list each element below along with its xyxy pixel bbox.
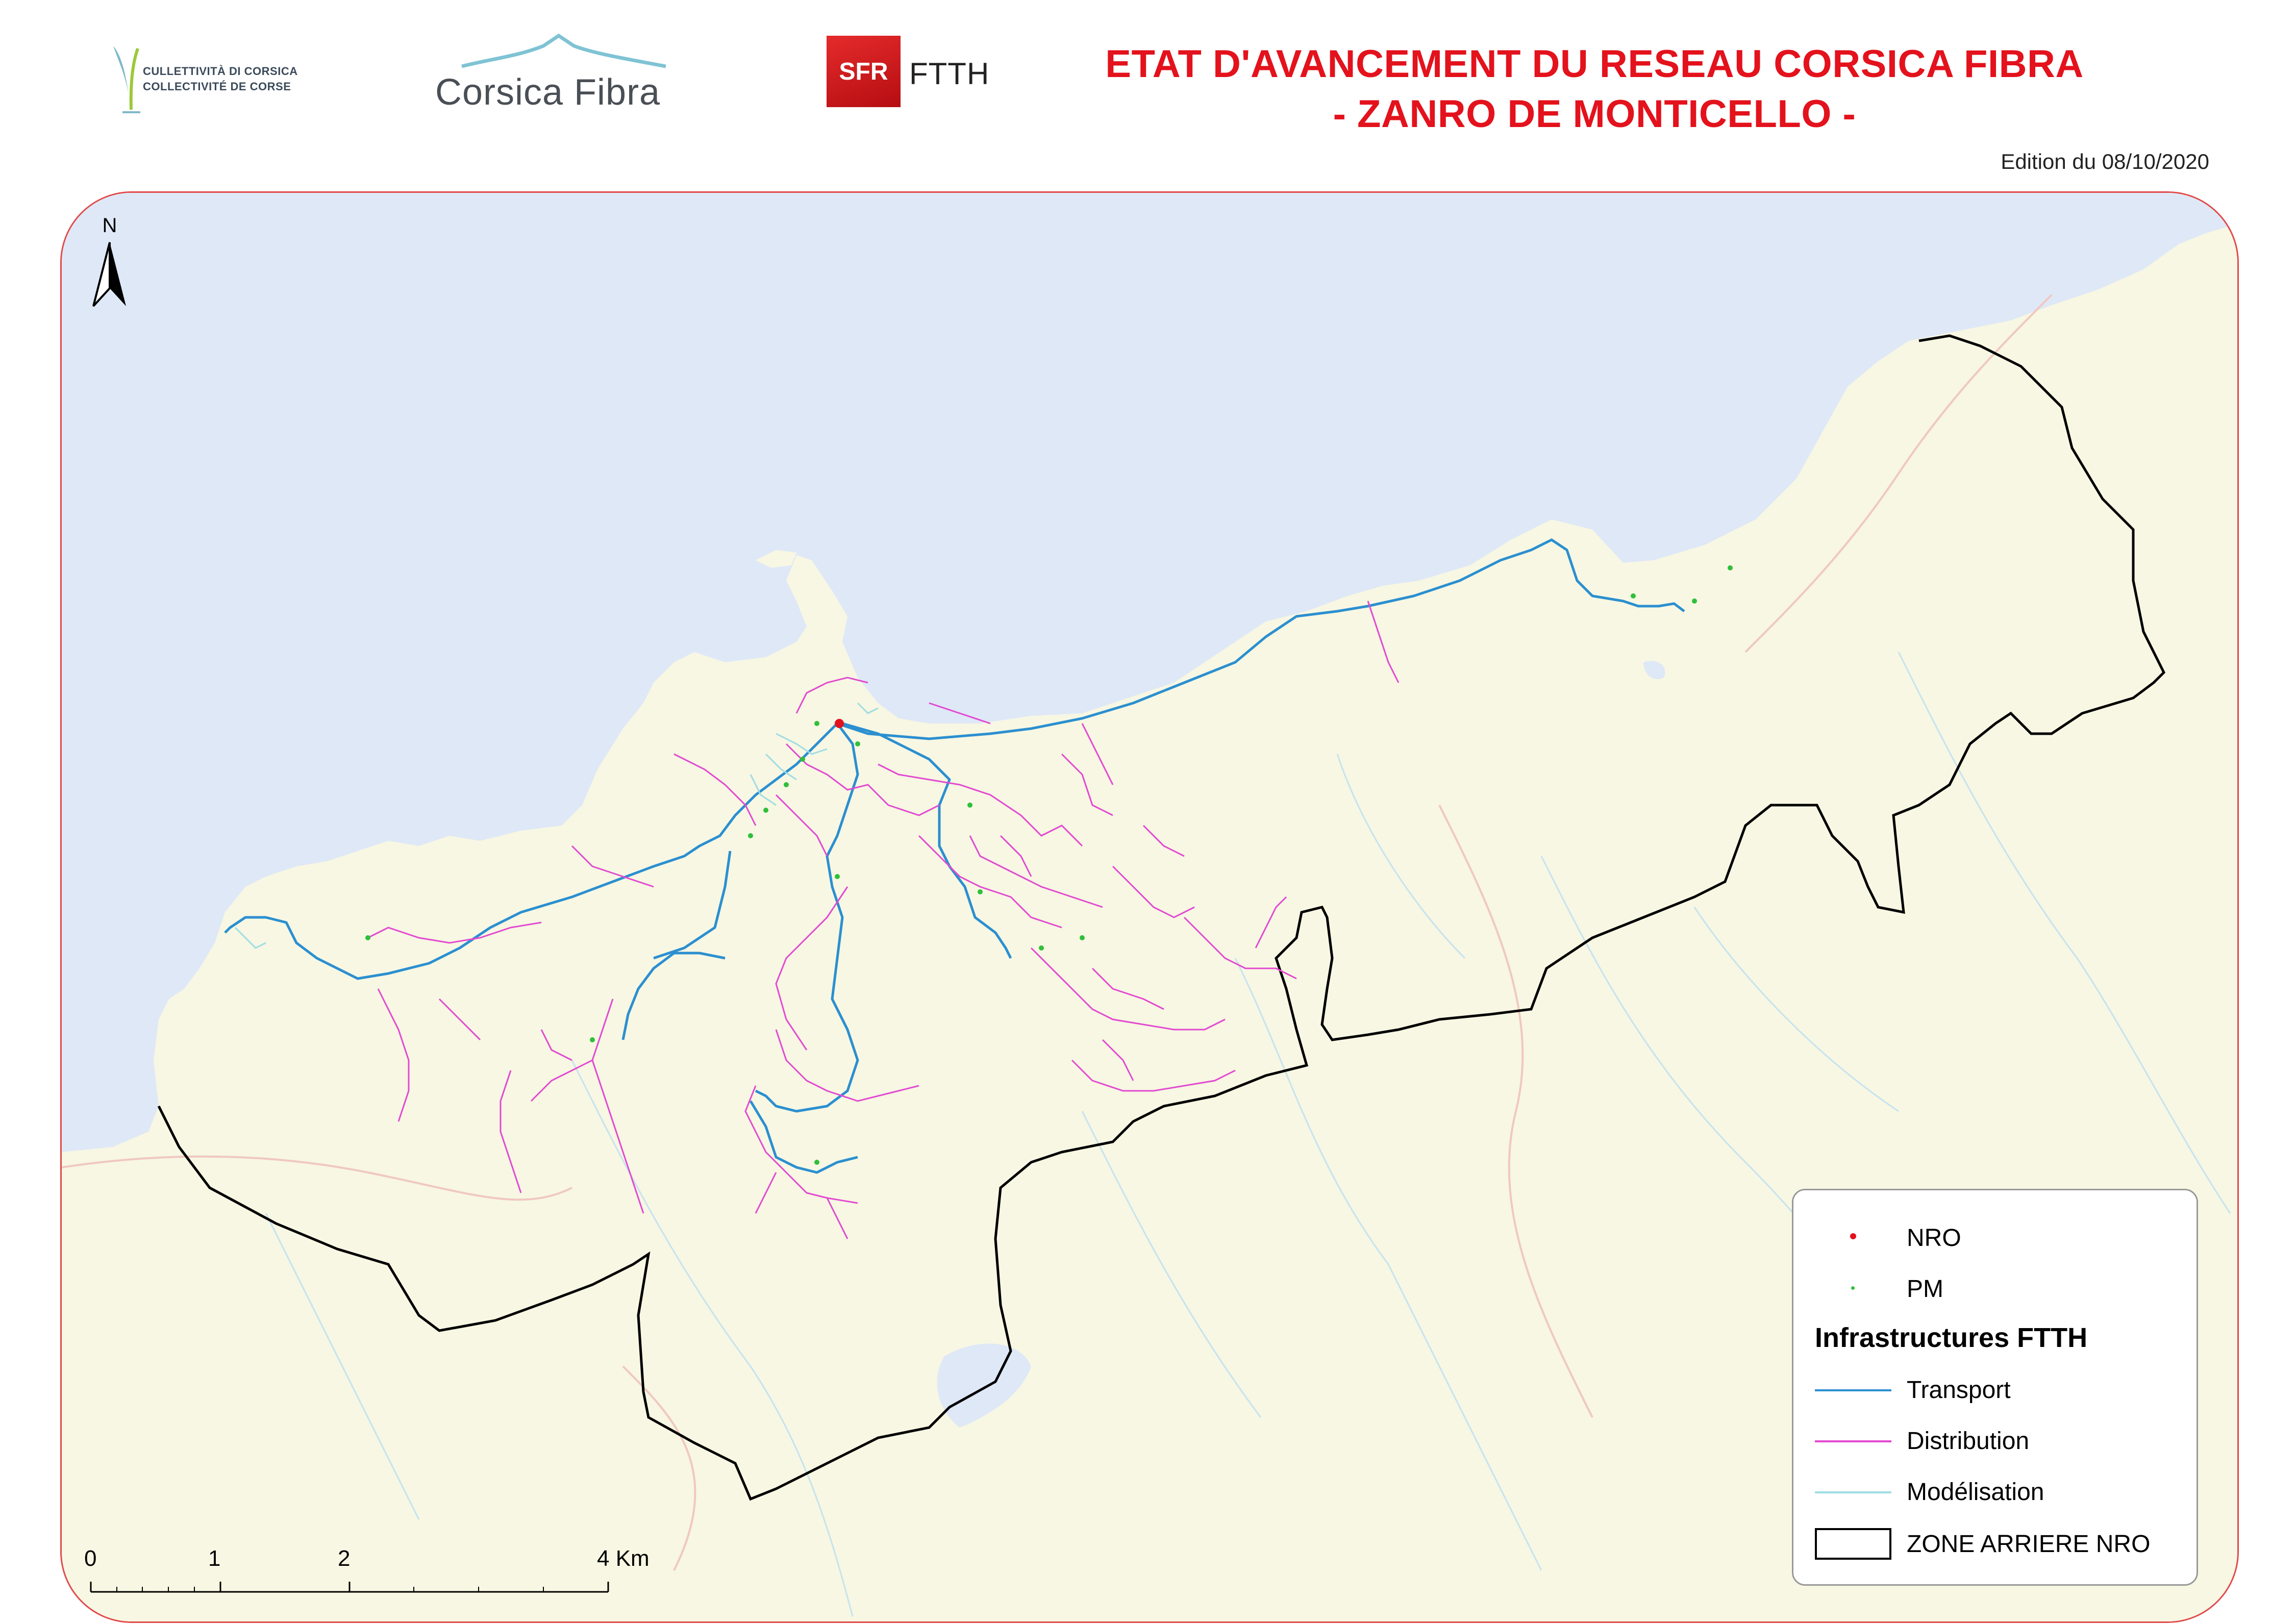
pm-point[interactable] xyxy=(814,1160,819,1165)
pm-dot-icon xyxy=(1851,1286,1855,1290)
legend-transport-label: Transport xyxy=(1907,1377,2011,1404)
pm-point[interactable] xyxy=(590,1037,595,1042)
legend-nro-label: NRO xyxy=(1907,1225,1961,1252)
legend-row-nro: NRO xyxy=(1793,1217,2197,1258)
pm-point[interactable] xyxy=(763,808,768,813)
legend-row-transport: Transport xyxy=(1793,1369,2197,1410)
map-title-line2: - ZANRO DE MONTICELLO - xyxy=(1333,92,1856,136)
modelisation-line-icon xyxy=(1815,1491,1891,1493)
north-label: N xyxy=(102,214,117,237)
pm-point[interactable] xyxy=(967,803,972,808)
sfr-logo-box: SFR xyxy=(827,36,901,107)
pm-point[interactable] xyxy=(784,782,789,787)
edition-date: Edition du 08/10/2020 xyxy=(2001,149,2209,173)
collectivite-emblem-icon xyxy=(113,46,140,113)
transport-line-icon xyxy=(1815,1389,1891,1391)
sfr-ftth-logo: SFR FTTH xyxy=(827,36,995,107)
collectivite-de-corse-logo: CULLETTIVITÀ DI CORSICA COLLECTIVITÉ DE … xyxy=(107,36,301,122)
pm-point[interactable] xyxy=(835,874,840,879)
pm-point[interactable] xyxy=(855,741,860,746)
legend-pm-label: PM xyxy=(1907,1276,1943,1303)
pm-point[interactable] xyxy=(1631,593,1636,598)
collectivite-line2: COLLECTIVITÉ DE CORSE xyxy=(143,80,291,93)
legend-row-distribution: Distribution xyxy=(1793,1420,2197,1461)
legend-row-pm: PM xyxy=(1793,1268,2197,1309)
nro-dot-icon xyxy=(1850,1233,1856,1239)
zone-box-icon xyxy=(1815,1528,1891,1560)
collectivite-line1: CULLETTIVITÀ DI CORSICA xyxy=(143,65,298,78)
north-arrow-icon xyxy=(92,242,126,307)
pm-point[interactable] xyxy=(1692,598,1697,604)
nro-point[interactable] xyxy=(835,719,844,728)
scale-bar-graphic xyxy=(90,1582,609,1593)
north-arrow: N xyxy=(89,214,130,311)
corsica-fibra-logo: Corsica Fibra xyxy=(431,28,686,120)
pm-point[interactable] xyxy=(978,889,983,894)
mountain-icon xyxy=(461,33,666,68)
legend-zone-label: ZONE ARRIERE NRO xyxy=(1907,1531,2151,1558)
legend-modelisation-label: Modélisation xyxy=(1907,1479,2044,1506)
map-title-line1: ETAT D'AVANCEMENT DU RESEAU CORSICA FIBR… xyxy=(1105,42,2084,86)
pm-point[interactable] xyxy=(814,721,819,726)
map-legend: NRO PM Infrastructures FTTH Transport Di… xyxy=(1792,1189,2198,1586)
pm-point[interactable] xyxy=(1728,565,1733,570)
legend-distribution-label: Distribution xyxy=(1907,1428,2030,1455)
legend-row-modelisation: Modélisation xyxy=(1793,1471,2197,1512)
pm-point[interactable] xyxy=(800,757,805,762)
legend-heading: Infrastructures FTTH xyxy=(1815,1322,2088,1353)
ftth-logo-text: FTTH xyxy=(909,57,990,91)
pm-point[interactable] xyxy=(365,935,370,940)
pm-point[interactable] xyxy=(1080,935,1085,940)
pm-point[interactable] xyxy=(1039,945,1044,951)
scale-bar: 0 1 2 4 Km xyxy=(77,1536,689,1602)
pm-point[interactable] xyxy=(748,833,753,838)
legend-row-zone: ZONE ARRIERE NRO xyxy=(1793,1523,2197,1564)
corsica-fibra-text: Corsica Fibra xyxy=(435,72,661,113)
distribution-line-icon xyxy=(1815,1440,1891,1442)
